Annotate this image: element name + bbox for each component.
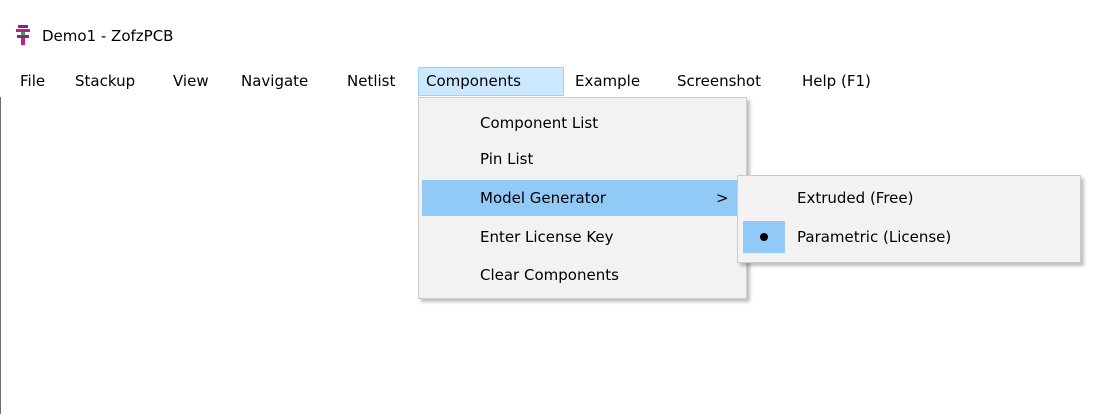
app-window: Demo1 - ZofzPCB File Stackup View Naviga… xyxy=(0,0,1094,414)
selection-indicator xyxy=(743,221,785,253)
menu-item-enter-license-key[interactable]: Enter License Key xyxy=(422,219,743,255)
menu-navigate[interactable]: Navigate xyxy=(234,67,315,96)
menu-item-label: Clear Components xyxy=(480,266,619,284)
menu-help[interactable]: Help (F1) xyxy=(795,67,878,96)
menu-file[interactable]: File xyxy=(13,67,52,96)
submenu-item-extruded[interactable]: Extruded (Free) xyxy=(741,180,1077,216)
window-title: Demo1 - ZofzPCB xyxy=(42,27,174,45)
window-left-border xyxy=(0,97,1,414)
menu-item-label: Enter License Key xyxy=(480,228,614,246)
menu-item-label: Model Generator xyxy=(480,189,606,207)
menu-components[interactable]: Components xyxy=(418,67,564,96)
menu-example[interactable]: Example xyxy=(568,67,647,96)
menu-item-component-list[interactable]: Component List xyxy=(422,105,743,141)
zofzpcb-app-icon xyxy=(16,25,30,45)
model-generator-submenu: Extruded (Free) Parametric (License) xyxy=(737,175,1081,263)
submenu-item-label: Extruded (Free) xyxy=(797,189,914,207)
menu-item-model-generator[interactable]: Model Generator > xyxy=(422,180,743,216)
menu-item-label: Component List xyxy=(480,114,599,132)
menu-view[interactable]: View xyxy=(166,67,216,96)
chevron-right-icon: > xyxy=(716,189,729,207)
menu-item-label: Pin List xyxy=(480,150,534,168)
submenu-item-label: Parametric (License) xyxy=(797,228,952,246)
menu-stackup[interactable]: Stackup xyxy=(68,67,142,96)
submenu-item-parametric[interactable]: Parametric (License) xyxy=(741,219,1077,255)
menu-item-pin-list[interactable]: Pin List xyxy=(422,141,743,177)
menu-screenshot[interactable]: Screenshot xyxy=(670,67,768,96)
radio-dot-icon xyxy=(760,233,768,241)
title-bar: Demo1 - ZofzPCB xyxy=(0,0,1094,70)
menu-netlist[interactable]: Netlist xyxy=(340,67,402,96)
menu-bar: File Stackup View Navigate Netlist Compo… xyxy=(0,67,1094,98)
components-dropdown: Component List Pin List Model Generator … xyxy=(418,97,747,299)
menu-item-clear-components[interactable]: Clear Components xyxy=(422,257,743,293)
